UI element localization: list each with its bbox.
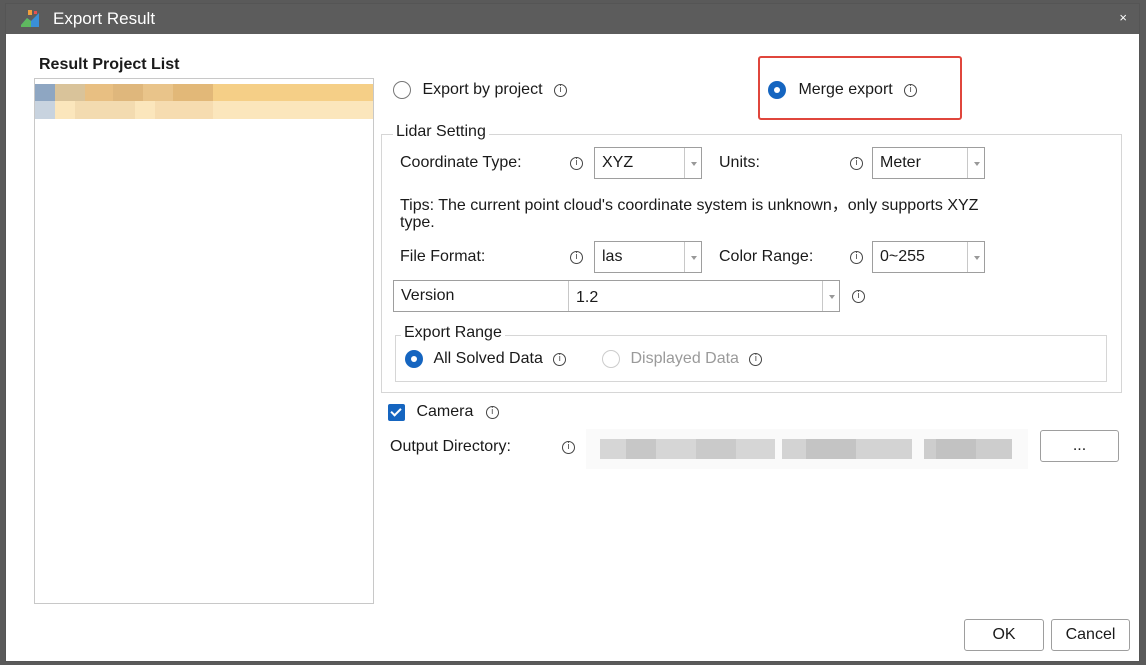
camera-option[interactable]: Camera i: [388, 403, 499, 421]
chevron-down-icon[interactable]: [684, 148, 701, 178]
export-result-dialog: Export Result × Result Project List Expo…: [5, 3, 1140, 662]
units-select[interactable]: Meter: [872, 147, 985, 179]
chevron-down-icon[interactable]: [822, 281, 839, 311]
info-icon[interactable]: i: [850, 251, 863, 264]
chevron-down-icon[interactable]: [967, 242, 984, 272]
displayed-data-label: Displayed Data: [630, 350, 739, 367]
file-format-label: File Format:: [400, 248, 486, 265]
browse-button[interactable]: ...: [1040, 430, 1119, 462]
all-solved-data-label: All Solved Data: [433, 350, 543, 367]
info-icon[interactable]: i: [749, 352, 763, 366]
output-directory-field[interactable]: [586, 429, 1028, 469]
info-icon[interactable]: i: [562, 441, 575, 454]
camera-checkbox[interactable]: [388, 403, 405, 421]
export-by-project-option[interactable]: Export by project i: [393, 81, 567, 99]
window-title: Export Result: [53, 9, 156, 28]
version-select[interactable]: Version 1.2: [393, 280, 840, 312]
coordinate-type-select[interactable]: XYZ: [594, 147, 702, 179]
tips-line-1: Tips: The current point cloud's coordina…: [400, 197, 979, 214]
export-range-title: Export Range: [401, 324, 505, 342]
coordinate-type-value: XYZ: [602, 154, 634, 171]
title-bar: Export Result ×: [6, 4, 1139, 34]
info-icon[interactable]: i: [553, 83, 567, 97]
info-icon[interactable]: i: [570, 157, 583, 170]
info-icon[interactable]: i: [485, 405, 499, 419]
tips-line-2: type.: [400, 214, 435, 231]
info-icon[interactable]: i: [850, 157, 863, 170]
displayed-data-option[interactable]: Displayed Data i: [602, 350, 763, 368]
version-value: 1.2: [576, 289, 599, 306]
info-icon[interactable]: i: [570, 251, 583, 264]
cancel-button[interactable]: Cancel: [1051, 619, 1130, 651]
all-solved-data-option[interactable]: All Solved Data i: [405, 350, 567, 368]
info-icon[interactable]: i: [852, 290, 865, 303]
highlight-box: [758, 56, 962, 120]
info-icon[interactable]: i: [553, 352, 567, 366]
file-format-select[interactable]: las: [594, 241, 702, 273]
file-format-value: las: [602, 248, 623, 265]
close-icon[interactable]: ×: [1119, 10, 1127, 25]
chevron-down-icon[interactable]: [684, 242, 701, 272]
export-by-project-label: Export by project: [422, 81, 543, 98]
project-list-heading: Result Project List: [39, 56, 180, 73]
lidar-setting-title: Lidar Setting: [393, 123, 489, 141]
output-directory-label: Output Directory:: [390, 438, 511, 455]
units-label: Units:: [719, 154, 760, 171]
camera-label: Camera: [416, 403, 474, 420]
ok-button[interactable]: OK: [964, 619, 1044, 651]
version-label: Version: [394, 281, 569, 311]
color-range-select[interactable]: 0~255: [872, 241, 985, 273]
displayed-data-radio[interactable]: [602, 350, 620, 368]
list-item[interactable]: [35, 84, 373, 119]
chevron-down-icon[interactable]: [967, 148, 984, 178]
result-project-list[interactable]: [34, 78, 374, 604]
coordinate-type-label: Coordinate Type:: [400, 154, 522, 171]
color-range-value: 0~255: [880, 248, 925, 265]
units-value: Meter: [880, 154, 921, 171]
export-by-project-radio[interactable]: [393, 81, 411, 99]
all-solved-data-radio[interactable]: [405, 350, 423, 368]
color-range-label: Color Range:: [719, 248, 814, 265]
app-logo-icon: [19, 9, 41, 29]
